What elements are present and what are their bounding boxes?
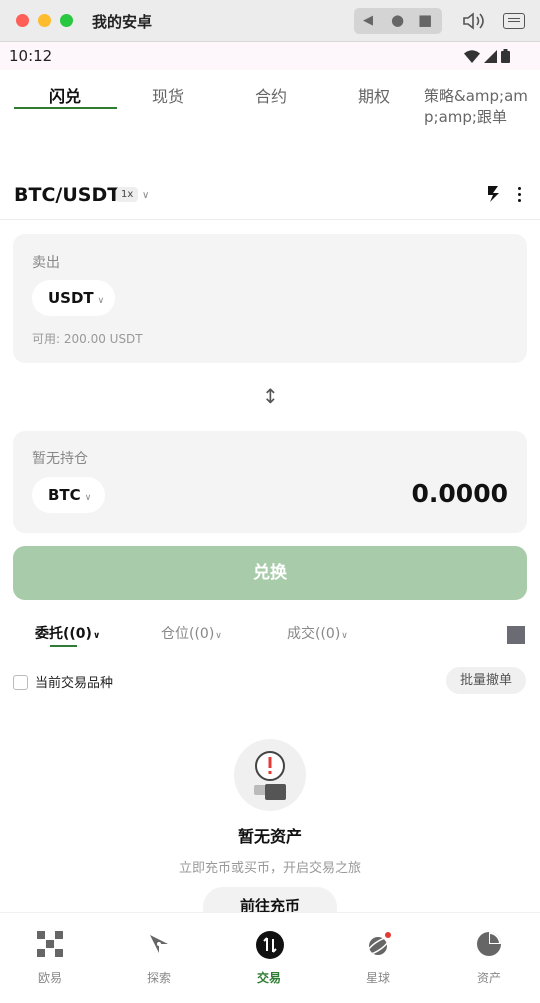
- go-deposit-button[interactable]: 前往充币: [203, 887, 337, 912]
- nav-label-planet: 星球: [365, 971, 390, 985]
- receive-card: 暂无持仓 BTC ∨ 0.0000: [13, 431, 527, 533]
- active-tab-indicator: [14, 107, 117, 109]
- battery-icon: [501, 48, 510, 67]
- sell-coin-selector[interactable]: USDT ∨: [32, 280, 115, 316]
- speaker-icon[interactable]: [462, 10, 486, 36]
- batch-cancel-button[interactable]: 批量撤单: [446, 667, 526, 694]
- nav-item-okx[interactable]: 欧易: [0, 913, 104, 1003]
- tab-open-orders[interactable]: 委托((0)∨: [35, 623, 100, 643]
- pie-icon: [476, 931, 502, 957]
- tab-fills[interactable]: 成交((0)∨: [287, 623, 348, 643]
- emulator-nav-buttons: ◀ ● ■: [354, 8, 442, 34]
- minimize-window-button[interactable]: [38, 14, 51, 27]
- leverage-badge[interactable]: 1x: [116, 187, 139, 202]
- bolt-icon[interactable]: [486, 185, 502, 207]
- convert-button[interactable]: 兑换: [13, 546, 527, 600]
- tab-flash-swap[interactable]: 闪兑: [49, 83, 81, 107]
- empty-state-title: 暂无资产: [237, 827, 302, 846]
- nav-label-trade: 交易: [256, 971, 281, 985]
- order-tab-indicator: [50, 645, 77, 647]
- home-icon[interactable]: ●: [391, 13, 404, 28]
- sell-card: 卖出 USDT ∨ 可用: 200.00 USDT: [13, 234, 527, 363]
- nav-label-okx: 欧易: [37, 971, 62, 985]
- tab-spot[interactable]: 现货: [152, 83, 184, 107]
- available-balance: 可用: 200.00 USDT: [32, 332, 143, 346]
- tab-fills-label: 成交((0): [287, 626, 341, 642]
- nav-item-explore[interactable]: 探索: [105, 913, 213, 1003]
- status-time: 10:12: [9, 47, 53, 65]
- empty-state-icon: [234, 739, 306, 811]
- planet-icon: [365, 931, 391, 957]
- signal-icon: [484, 48, 497, 67]
- nav-item-assets[interactable]: 资产: [435, 913, 540, 1003]
- tab-futures[interactable]: 合约: [255, 83, 287, 107]
- nav-label-explore: 探索: [146, 971, 171, 985]
- close-window-button[interactable]: [16, 14, 29, 27]
- chevron-down-icon: ∨: [341, 631, 348, 641]
- wifi-icon: [464, 48, 480, 67]
- more-options-icon[interactable]: [518, 187, 522, 205]
- compass-icon: [146, 931, 172, 957]
- bottom-nav: 欧易 探索 交易 星球 资产: [0, 912, 540, 1002]
- pair-selector[interactable]: BTC/USDT: [14, 184, 120, 206]
- receive-amount[interactable]: 0.0000: [412, 479, 508, 508]
- tab-open-orders-label: 委托((0): [35, 626, 92, 642]
- sell-label: 卖出: [32, 255, 60, 271]
- receive-coin-selector[interactable]: BTC ∨: [32, 477, 105, 513]
- order-history-icon[interactable]: [507, 626, 525, 644]
- status-bar: 10:12: [0, 42, 540, 70]
- sell-coin-name: USDT: [48, 289, 94, 307]
- tab-positions[interactable]: 仓位((0)∨: [161, 623, 222, 643]
- chevron-down-icon: ∨: [97, 296, 105, 306]
- okx-logo-icon: [37, 931, 63, 957]
- chevron-down-icon: ∨: [142, 190, 150, 201]
- nav-item-planet[interactable]: 星球: [324, 913, 432, 1003]
- nav-item-trade[interactable]: 交易: [215, 913, 323, 1003]
- chevron-down-icon: ∨: [92, 631, 101, 641]
- empty-state-subtitle: 立即充币或买币，开启交易之旅: [178, 861, 361, 876]
- chevron-down-icon: ∨: [215, 631, 222, 641]
- tab-positions-label: 仓位((0): [161, 626, 215, 642]
- window-titlebar: 我的安卓 ◀ ● ■: [0, 0, 540, 42]
- nav-label-assets: 资产: [476, 971, 501, 985]
- maximize-window-button[interactable]: [60, 14, 73, 27]
- trade-icon: [256, 931, 284, 959]
- back-icon[interactable]: ◀: [363, 14, 373, 28]
- trade-mode-tabs: 闪兑 现货 合约 期权 策略&amp;amp;amp;跟单: [0, 70, 540, 160]
- current-pair-filter[interactable]: 当前交易品种: [13, 672, 113, 691]
- receive-label: 暂无持仓: [32, 451, 88, 467]
- current-pair-checkbox[interactable]: [13, 675, 28, 690]
- tab-options[interactable]: 期权: [358, 83, 390, 107]
- pair-header: BTC/USDT 1x ∨: [0, 170, 540, 220]
- recents-icon[interactable]: ■: [418, 13, 432, 28]
- swap-direction-icon[interactable]: ↕: [262, 384, 279, 408]
- receive-coin-name: BTC: [48, 486, 81, 504]
- keyboard-icon[interactable]: [503, 13, 525, 29]
- chevron-down-icon: ∨: [84, 493, 92, 503]
- current-pair-label: 当前交易品种: [35, 676, 114, 691]
- tab-strategy-copy[interactable]: 策略&amp;amp;amp;跟单: [424, 86, 532, 128]
- window-title: 我的安卓: [92, 13, 153, 31]
